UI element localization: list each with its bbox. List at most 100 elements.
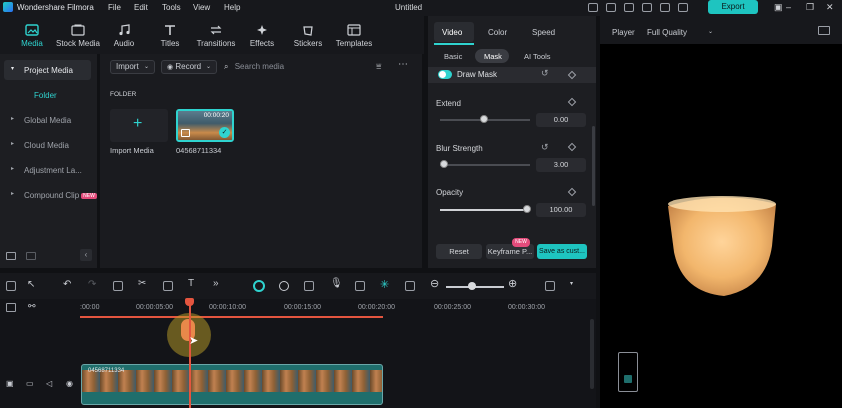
playhead-line[interactable]	[189, 299, 191, 408]
gift-icon[interactable]	[642, 3, 652, 12]
menu-help[interactable]: Help	[224, 3, 240, 12]
crop-icon[interactable]	[163, 281, 173, 291]
playhead-handle[interactable]	[185, 298, 194, 306]
ai-tool-icon[interactable]	[253, 280, 265, 292]
extend-slider-knob[interactable]	[480, 115, 488, 123]
tab-color[interactable]: Color	[488, 28, 507, 37]
eye-icon[interactable]: ◉	[66, 379, 73, 388]
shield-icon[interactable]	[304, 281, 314, 291]
keyframe-diamond-icon[interactable]	[567, 97, 577, 107]
text-icon[interactable]: T	[188, 278, 194, 289]
download-icon[interactable]	[678, 3, 688, 12]
chevron-down-icon[interactable]: ▾	[570, 280, 573, 287]
folder-icon[interactable]: ▭	[26, 379, 34, 388]
collapse-panel-icon[interactable]: ‹	[80, 249, 92, 261]
play-circle-icon[interactable]	[279, 281, 289, 291]
blur-slider-track[interactable]	[440, 164, 530, 166]
opacity-value-field[interactable]: 100.00	[536, 203, 586, 217]
keyframe-diamond-icon[interactable]	[567, 142, 577, 152]
filter-icon[interactable]: ⩸	[376, 61, 381, 72]
tool-stock-media[interactable]: Stock Media	[52, 16, 104, 54]
menu-edit[interactable]: Edit	[134, 3, 148, 12]
export-button[interactable]: Export	[708, 0, 758, 14]
sidebar-item-compound-clip[interactable]: ▸ Compound Clip NEW	[4, 185, 97, 205]
list-icon[interactable]	[355, 281, 365, 291]
folder-icon[interactable]	[26, 252, 36, 260]
keyframe-diamond-icon[interactable]	[567, 187, 577, 197]
restore-icon[interactable]: ❐	[806, 2, 814, 13]
tab-video[interactable]: Video	[442, 28, 462, 37]
delete-icon[interactable]	[113, 281, 123, 291]
microphone-icon[interactable]: 🎙	[330, 278, 343, 289]
reset-icon[interactable]: ↺	[541, 68, 549, 79]
draw-mask-toggle[interactable]	[438, 70, 452, 79]
scissors-icon[interactable]: ✂	[138, 278, 146, 289]
quality-dropdown[interactable]: Full Quality ⌄	[640, 28, 718, 40]
menu-file[interactable]: File	[108, 3, 121, 12]
import-dropdown[interactable]: Import ⌄	[110, 60, 155, 74]
headset-icon[interactable]	[660, 3, 670, 12]
sidebar-item-cloud-media[interactable]: ▸ Cloud Media	[4, 135, 91, 155]
tool-media[interactable]: Media	[6, 16, 58, 54]
menu-tools[interactable]: Tools	[162, 3, 181, 12]
minimize-icon[interactable]: –	[786, 2, 791, 12]
sidebar-item-adjustment-layer[interactable]: ▸ Adjustment La...	[4, 160, 91, 180]
save-as-custom-button[interactable]: Save as cust...	[537, 244, 587, 259]
snap-icon[interactable]: ✳	[380, 278, 389, 291]
subtab-mask[interactable]: Mask	[484, 52, 502, 61]
tool-stickers[interactable]: Stickers	[282, 16, 334, 54]
blur-value-field[interactable]: 3.00	[536, 158, 586, 172]
reset-icon[interactable]: ↺	[541, 142, 549, 153]
menu-view[interactable]: View	[193, 3, 210, 12]
extend-value-field[interactable]: 0.00	[536, 113, 586, 127]
tool-titles[interactable]: Titles	[144, 16, 196, 54]
lightbulb-icon[interactable]	[606, 3, 616, 12]
panel-scrollbar[interactable]	[592, 126, 595, 206]
opacity-slider-track[interactable]	[440, 209, 530, 211]
tab-speed[interactable]: Speed	[532, 28, 555, 37]
select-arrow-icon[interactable]: ↖	[27, 279, 35, 290]
more-options-icon[interactable]: ⋯	[398, 59, 408, 70]
cloud-icon[interactable]	[624, 3, 634, 12]
new-folder-icon[interactable]	[6, 252, 16, 260]
fullscreen-icon[interactable]: ▣	[774, 2, 783, 13]
import-media-tile[interactable]: +	[110, 109, 168, 142]
sidebar-item-project-media[interactable]: ▾ Project Media	[4, 60, 91, 80]
reset-button[interactable]: Reset	[436, 244, 482, 259]
sidebar-item-folder[interactable]: Folder	[4, 85, 91, 105]
record-dropdown[interactable]: ◉ Record ⌄	[161, 60, 217, 74]
monitor-icon[interactable]	[588, 3, 598, 12]
speaker-icon[interactable]: ◁	[46, 379, 52, 388]
keyframe-diamond-icon[interactable]	[567, 70, 577, 80]
close-icon[interactable]: ✕	[826, 2, 834, 13]
search-input[interactable]: ⌕ Search media	[224, 60, 364, 74]
mini-preview-frame[interactable]	[618, 352, 638, 392]
blur-slider-knob[interactable]	[440, 160, 448, 168]
undo-icon[interactable]: ↶	[63, 279, 71, 290]
timeline-scrollbar[interactable]	[590, 319, 594, 389]
zoom-out-icon[interactable]: ⊖	[430, 277, 439, 290]
tool-templates[interactable]: Templates	[328, 16, 380, 54]
timeline-video-clip[interactable]	[81, 364, 383, 405]
zoom-slider-knob[interactable]	[468, 282, 476, 290]
subtab-ai-tools[interactable]: AI Tools	[524, 52, 551, 61]
work-area-bar[interactable]	[80, 316, 383, 318]
more-tools-icon[interactable]: »	[213, 278, 219, 289]
tool-effects[interactable]: Effects	[236, 16, 288, 54]
tool-transitions[interactable]: Transitions	[190, 16, 242, 54]
opacity-slider-knob[interactable]	[523, 205, 531, 213]
layout-grid-icon[interactable]	[6, 281, 16, 291]
subtab-basic[interactable]: Basic	[444, 52, 462, 61]
zoom-in-icon[interactable]: ⊕	[508, 277, 517, 290]
media-clip-thumbnail[interactable]: 00:00:20 ✓	[176, 109, 234, 142]
link-icon[interactable]: ⚯	[28, 301, 36, 312]
player-label: Player	[612, 28, 635, 37]
timeline-grid-icon[interactable]	[545, 281, 555, 291]
tool-audio[interactable]: Audio	[98, 16, 150, 54]
snapshot-icon[interactable]	[818, 26, 830, 35]
add-track-icon[interactable]	[6, 303, 16, 312]
draw-mask-row[interactable]: Draw Mask ↺	[428, 67, 596, 83]
pip-icon[interactable]	[405, 281, 415, 291]
redo-icon[interactable]: ↷	[88, 279, 96, 290]
sidebar-item-global-media[interactable]: ▸ Global Media	[4, 110, 91, 130]
